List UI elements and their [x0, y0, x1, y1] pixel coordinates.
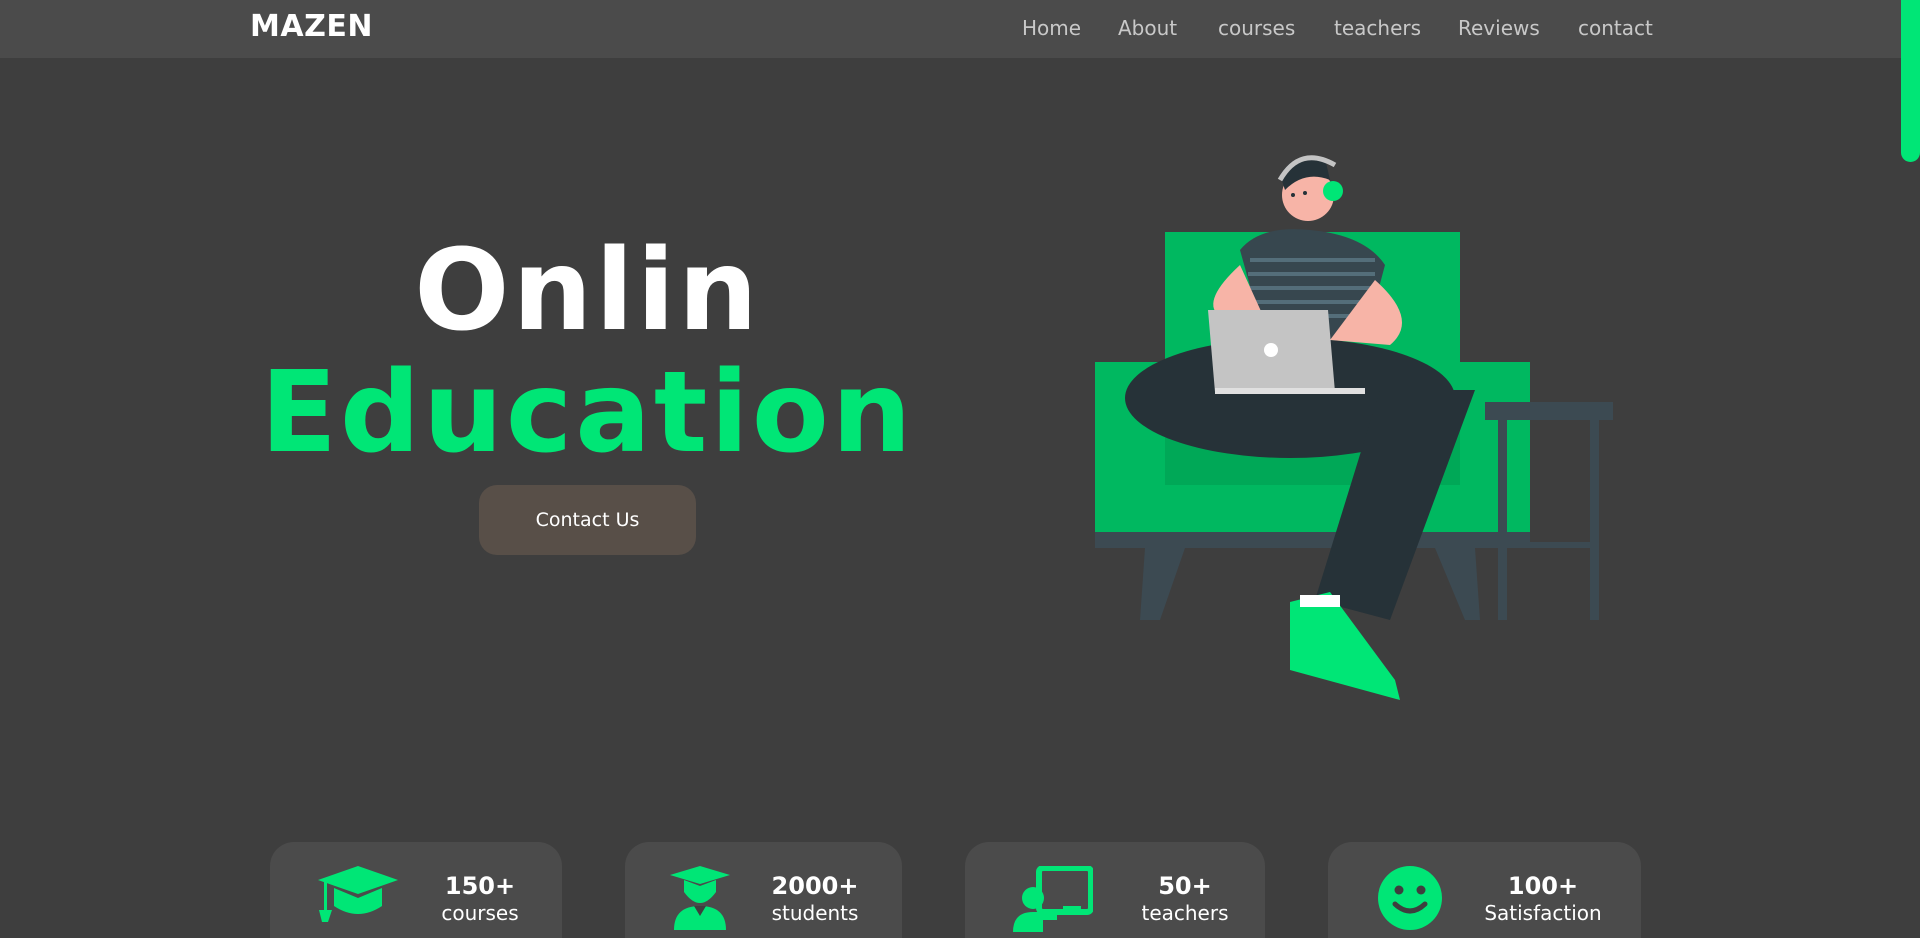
- hero-title-line-2: Education: [260, 348, 915, 478]
- hero-title-line-1: Onlin: [414, 226, 761, 356]
- nav-link-home[interactable]: Home: [1022, 16, 1081, 40]
- main-nav: Home About courses teachers Reviews cont…: [0, 0, 1920, 58]
- stat-number: 50+: [1158, 872, 1212, 900]
- headset-ear: [1323, 181, 1343, 201]
- stat-text: 100+ Satisfaction: [1468, 872, 1618, 925]
- chair-leg-left: [1140, 548, 1185, 620]
- stat-label: students: [771, 900, 859, 925]
- smile-icon: [1378, 866, 1442, 930]
- stat-text: 50+ teachers: [1120, 872, 1250, 925]
- table-leg: [1498, 420, 1507, 620]
- scrollbar-thumb[interactable]: [1901, 0, 1920, 162]
- chair-leg-right: [1435, 548, 1480, 620]
- nav-link-courses[interactable]: courses: [1218, 16, 1295, 40]
- stat-number: 100+: [1507, 872, 1579, 900]
- hero-title: Onlin Education: [260, 235, 915, 469]
- stat-card-teachers: 50+ teachers: [965, 842, 1265, 938]
- nav-link-contact[interactable]: contact: [1578, 16, 1653, 40]
- teacher-board-icon: [1013, 866, 1093, 932]
- stat-card-courses: 150+ courses: [270, 842, 562, 938]
- stat-card-students: 2000+ students: [625, 842, 902, 938]
- stat-number: 150+: [444, 872, 516, 900]
- stat-number: 2000+: [771, 872, 859, 900]
- stat-card-satisfaction: 100+ Satisfaction: [1328, 842, 1641, 938]
- stat-text: 150+ courses: [420, 872, 540, 925]
- stat-label: Satisfaction: [1484, 900, 1602, 925]
- nav-link-reviews[interactable]: Reviews: [1458, 16, 1540, 40]
- chair-base: [1095, 532, 1530, 548]
- site-header: MAZEN Home About courses teachers Review…: [0, 0, 1920, 58]
- stat-text: 2000+ students: [750, 872, 880, 925]
- stat-label: teachers: [1141, 900, 1229, 925]
- nav-link-teachers[interactable]: teachers: [1334, 16, 1421, 40]
- table-rail: [1505, 542, 1595, 548]
- table-top: [1485, 402, 1613, 420]
- graduation-cap-icon: [318, 866, 398, 922]
- contact-us-button[interactable]: Contact Us: [479, 485, 696, 555]
- stat-label: courses: [441, 900, 519, 925]
- laptop-logo: [1264, 343, 1278, 357]
- student-icon: [670, 866, 730, 930]
- nav-link-about[interactable]: About: [1118, 16, 1177, 40]
- table-leg: [1590, 420, 1599, 620]
- person-sock: [1300, 595, 1340, 607]
- hero-illustration: [1095, 155, 1613, 700]
